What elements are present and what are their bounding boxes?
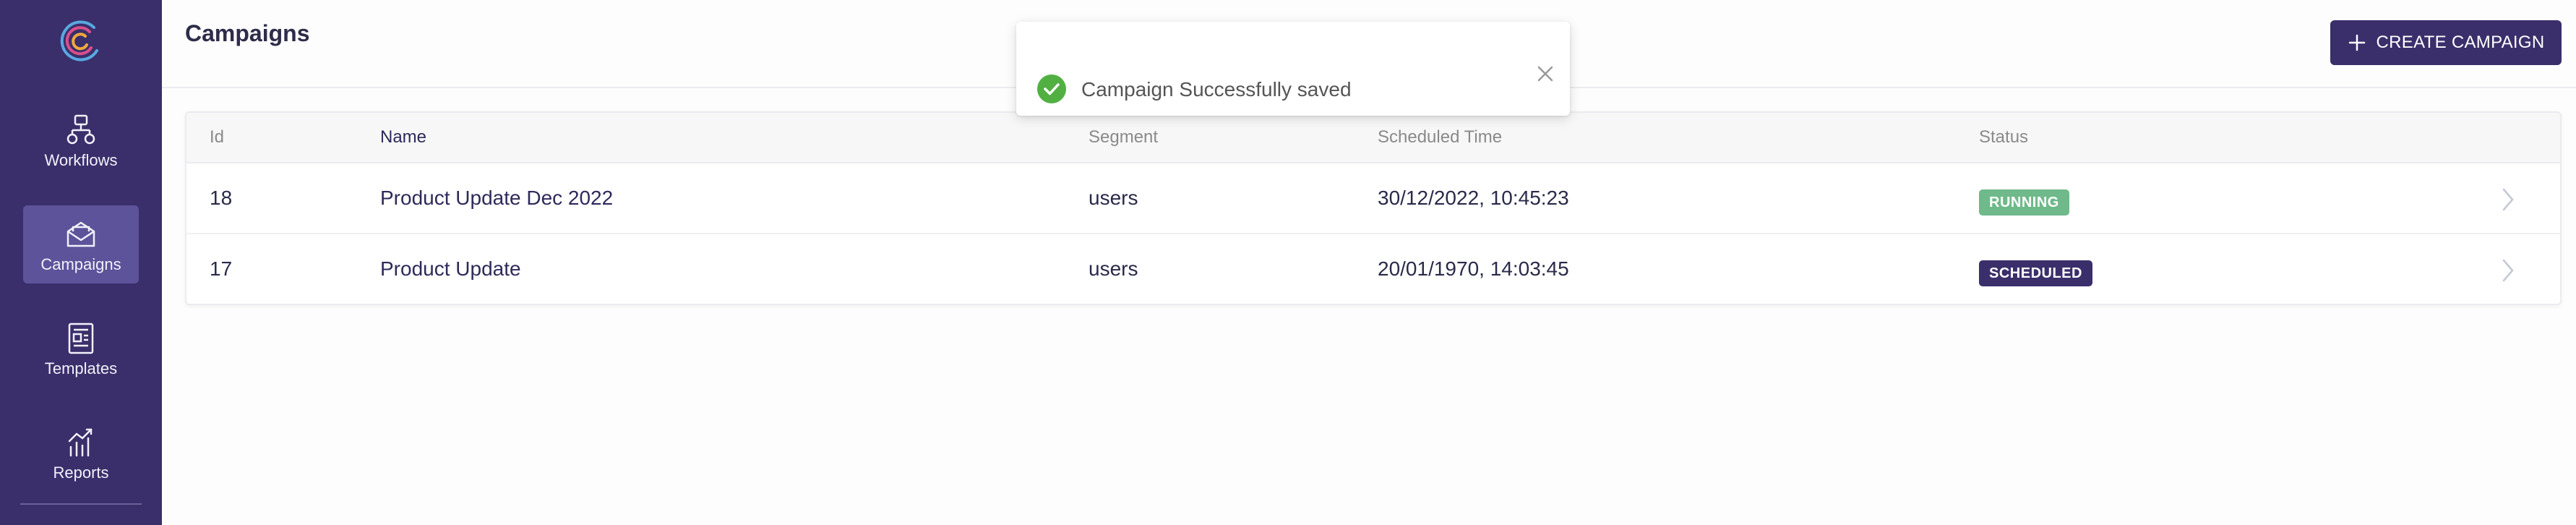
- toast-message: Campaign Successfully saved: [1081, 78, 1352, 101]
- template-icon: [64, 321, 98, 356]
- sidebar-divider: [20, 503, 142, 505]
- table-row[interactable]: 18 Product Update Dec 2022 users 30/12/2…: [186, 165, 2560, 234]
- sidebar-item-label: Campaigns: [40, 255, 121, 273]
- cell-scheduled-time: 30/12/2022, 10:45:23: [1378, 187, 1569, 209]
- chevron-right-icon[interactable]: [2499, 187, 2517, 213]
- table-row[interactable]: 17 Product Update users 20/01/1970, 14:0…: [186, 236, 2560, 304]
- chevron-right-icon[interactable]: [2499, 257, 2517, 283]
- sidebar-item-label: Reports: [53, 464, 109, 482]
- cell-id: 18: [210, 187, 233, 209]
- status-badge: RUNNING: [1979, 189, 2069, 215]
- app-root: Workflows Campaigns Templates Reports Ca…: [0, 0, 2576, 525]
- column-header-status[interactable]: Status: [1979, 127, 2028, 148]
- sidebar-item-reports[interactable]: Reports: [23, 414, 139, 492]
- cell-id: 17: [210, 257, 233, 280]
- column-header-segment[interactable]: Segment: [1089, 127, 1158, 148]
- sidebar-item-campaigns[interactable]: Campaigns: [23, 205, 139, 283]
- create-campaign-label: CREATE CAMPAIGN: [2376, 33, 2545, 52]
- cell-scheduled-time: 20/01/1970, 14:03:45: [1378, 257, 1569, 280]
- sidebar-item-label: Workflows: [44, 151, 118, 169]
- campaigns-table: Id Name Segment Scheduled Time Status 18…: [185, 111, 2562, 305]
- chart-icon: [64, 425, 98, 460]
- close-icon[interactable]: [1535, 64, 1555, 84]
- workflow-icon: [64, 113, 98, 148]
- cell-name[interactable]: Product Update: [380, 257, 521, 281]
- column-header-id[interactable]: Id: [210, 127, 224, 148]
- cell-name[interactable]: Product Update Dec 2022: [380, 187, 613, 210]
- create-campaign-button[interactable]: CREATE CAMPAIGN: [2330, 20, 2562, 65]
- check-circle-icon: [1036, 74, 1067, 104]
- plus-icon: [2348, 33, 2366, 52]
- logo[interactable]: [58, 17, 104, 64]
- cell-segment: users: [1089, 257, 1138, 280]
- success-toast: Campaign Successfully saved: [1016, 22, 1570, 116]
- sidebar-item-workflows[interactable]: Workflows: [23, 101, 139, 179]
- sidebar-item-templates[interactable]: Templates: [23, 310, 139, 388]
- column-header-name[interactable]: Name: [380, 127, 426, 148]
- cell-segment: users: [1089, 187, 1138, 209]
- page-title: Campaigns: [185, 20, 310, 46]
- envelope-icon: [64, 217, 98, 252]
- table-header: Id Name Segment Scheduled Time Status: [186, 113, 2560, 163]
- status-badge: SCHEDULED: [1979, 260, 2092, 286]
- column-header-scheduled-time[interactable]: Scheduled Time: [1378, 127, 1502, 148]
- sidebar: Workflows Campaigns Templates Reports: [0, 0, 162, 525]
- sidebar-item-label: Templates: [44, 359, 118, 377]
